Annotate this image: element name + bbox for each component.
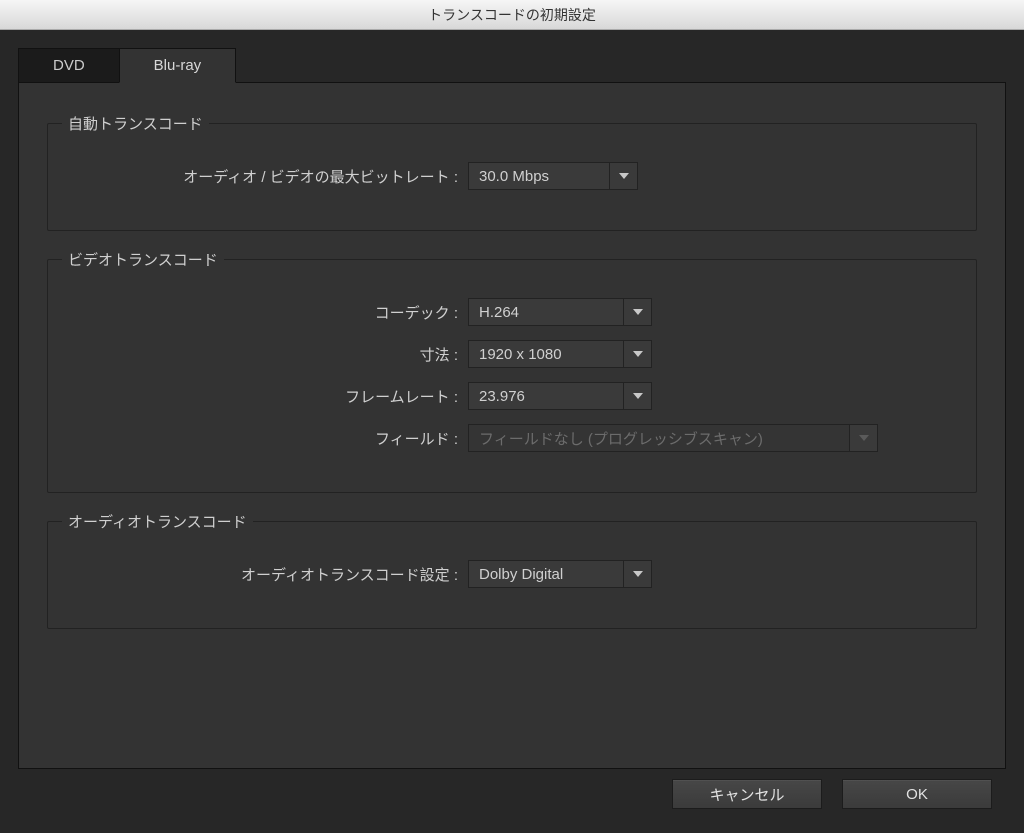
label-audio-setting: オーディオトランスコード設定 : (68, 564, 468, 585)
tab-bluray-label: Blu-ray (154, 57, 202, 74)
group-audio-transcode: オーディオトランスコード オーディオトランスコード設定 : Dolby Digi… (47, 521, 977, 629)
dropdown-framerate-button[interactable] (623, 383, 651, 409)
row-max-bitrate: オーディオ / ビデオの最大ビットレート : 30.0 Mbps (68, 162, 956, 190)
group-audio-title: オーディオトランスコード (62, 511, 253, 532)
chevron-down-icon (633, 571, 643, 577)
group-video-title: ビデオトランスコード (62, 249, 224, 270)
tab-bar: DVD Blu-ray (18, 48, 1024, 83)
label-framerate: フレームレート : (68, 386, 468, 407)
dropdown-dimensions-button[interactable] (623, 341, 651, 367)
tab-dvd[interactable]: DVD (18, 48, 120, 83)
ok-button-label: OK (906, 786, 928, 803)
tab-dvd-label: DVD (53, 57, 85, 74)
dropdown-dimensions-value: 1920 x 1080 (469, 346, 623, 363)
chevron-down-icon (859, 435, 869, 441)
label-dimensions: 寸法 : (68, 344, 468, 365)
dropdown-field: フィールドなし (プログレッシブスキャン) (468, 424, 878, 452)
cancel-button-label: キャンセル (709, 784, 784, 805)
chevron-down-icon (633, 351, 643, 357)
ok-button[interactable]: OK (842, 779, 992, 809)
dropdown-dimensions[interactable]: 1920 x 1080 (468, 340, 652, 368)
tab-panel-bluray: 自動トランスコード オーディオ / ビデオの最大ビットレート : 30.0 Mb… (18, 82, 1006, 769)
chevron-down-icon (619, 173, 629, 179)
cancel-button[interactable]: キャンセル (672, 779, 822, 809)
window-body: DVD Blu-ray 自動トランスコード オーディオ / ビデオの最大ビットレ… (0, 30, 1024, 833)
dropdown-framerate[interactable]: 23.976 (468, 382, 652, 410)
dropdown-audio-setting-value: Dolby Digital (469, 566, 623, 583)
dropdown-max-bitrate[interactable]: 30.0 Mbps (468, 162, 638, 190)
row-field: フィールド : フィールドなし (プログレッシブスキャン) (68, 424, 956, 452)
row-codec: コーデック : H.264 (68, 298, 956, 326)
group-auto-title: 自動トランスコード (62, 113, 209, 134)
dropdown-codec-value: H.264 (469, 304, 623, 321)
group-auto-transcode: 自動トランスコード オーディオ / ビデオの最大ビットレート : 30.0 Mb… (47, 123, 977, 231)
chevron-down-icon (633, 309, 643, 315)
row-dimensions: 寸法 : 1920 x 1080 (68, 340, 956, 368)
label-codec: コーデック : (68, 302, 468, 323)
dropdown-audio-setting[interactable]: Dolby Digital (468, 560, 652, 588)
dialog-footer: キャンセル OK (0, 769, 1024, 833)
window-title: トランスコードの初期設定 (428, 5, 596, 25)
dropdown-audio-setting-button[interactable] (623, 561, 651, 587)
tab-bluray[interactable]: Blu-ray (119, 48, 237, 83)
label-field: フィールド : (68, 428, 468, 449)
dropdown-max-bitrate-value: 30.0 Mbps (469, 168, 609, 185)
chevron-down-icon (633, 393, 643, 399)
dropdown-framerate-value: 23.976 (469, 388, 623, 405)
row-audio-setting: オーディオトランスコード設定 : Dolby Digital (68, 560, 956, 588)
dropdown-field-button (849, 425, 877, 451)
group-video-transcode: ビデオトランスコード コーデック : H.264 寸法 : 1920 x 108… (47, 259, 977, 493)
dropdown-codec[interactable]: H.264 (468, 298, 652, 326)
titlebar: トランスコードの初期設定 (0, 0, 1024, 30)
dropdown-max-bitrate-button[interactable] (609, 163, 637, 189)
label-max-bitrate: オーディオ / ビデオの最大ビットレート : (68, 166, 468, 187)
row-framerate: フレームレート : 23.976 (68, 382, 956, 410)
dropdown-field-value: フィールドなし (プログレッシブスキャン) (469, 428, 849, 449)
transcode-preferences-window: トランスコードの初期設定 DVD Blu-ray 自動トランスコード オーディオ… (0, 0, 1024, 833)
dropdown-codec-button[interactable] (623, 299, 651, 325)
